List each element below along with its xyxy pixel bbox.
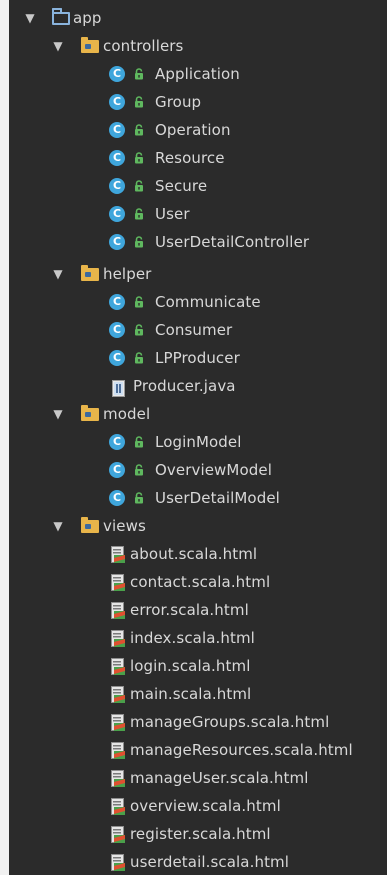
class-name: Resource [155,149,225,167]
package-folder-icon [81,265,99,281]
lock-icon [134,208,144,220]
class-name: Group [155,93,202,111]
expand-arrow-icon[interactable]: ▼ [50,400,66,428]
class-icon: C [109,322,125,338]
class-icon: C [109,434,125,450]
tree-node-label: Producer.java [133,377,236,395]
class-name: User [155,205,190,223]
class-icon: C [109,150,125,166]
file-name: about.scala.html [130,545,258,563]
class-name: Secure [155,177,208,195]
file-name: login.scala.html [130,657,251,675]
html-template-icon [111,629,127,647]
lock-icon [134,492,144,504]
expand-arrow-icon[interactable]: ▼ [22,4,38,32]
html-template-icon [111,573,127,591]
lock-icon [134,236,144,248]
file-name: contact.scala.html [130,573,271,591]
class-icon: C [109,206,125,222]
file-name: overview.scala.html [130,797,281,815]
file-name: manageResources.scala.html [130,741,353,759]
file-name: manageGroups.scala.html [130,713,330,731]
class-name: LoginModel [155,433,242,451]
class-icon: C [109,178,125,194]
class-icon: C [109,490,125,506]
file-name: userdetail.scala.html [130,853,290,871]
class-name: UserDetailController [155,233,310,251]
java-file-icon [112,378,125,397]
class-icon: C [109,66,125,82]
expand-arrow-icon[interactable]: ▼ [50,512,66,540]
html-template-icon [111,741,127,759]
html-template-icon [111,685,127,703]
html-template-icon [111,825,127,843]
html-template-icon [111,545,127,563]
class-icon: C [109,462,125,478]
lock-icon [134,464,144,476]
class-icon: C [109,234,125,250]
html-template-icon [111,713,127,731]
file-name: error.scala.html [130,601,249,619]
expand-arrow-icon[interactable]: ▼ [50,32,66,60]
class-name: Application [155,65,240,83]
file-name: register.scala.html [130,825,271,843]
class-name: Consumer [155,321,233,339]
class-name: Communicate [155,293,261,311]
class-icon: C [109,94,125,110]
lock-icon [134,180,144,192]
class-icon: C [109,294,125,310]
class-name: UserDetailModel [155,489,280,507]
class-name: OverviewModel [155,461,272,479]
project-tree-panel: ▼ app ▼ controllers C Application C Group C O… [0,0,387,875]
html-template-icon [111,853,127,871]
html-template-icon [111,797,127,815]
lock-icon [134,324,144,336]
class-icon: C [109,350,125,366]
lock-icon [134,152,144,164]
tree-node-label: controllers [103,37,184,55]
lock-icon [134,352,144,364]
expand-arrow-icon[interactable]: ▼ [50,260,66,288]
tree-node-label: views [103,517,146,535]
folder-icon [52,8,70,25]
html-template-icon [111,601,127,619]
tree-node-label: model [103,405,151,423]
html-template-icon [111,769,127,787]
lock-icon [134,96,144,108]
file-name: main.scala.html [130,685,252,703]
tree-node-label: app [73,9,102,27]
class-name: LPProducer [155,349,240,367]
lock-icon [134,68,144,80]
package-folder-icon [81,517,99,533]
package-folder-icon [81,405,99,421]
file-name: manageUser.scala.html [130,769,309,787]
lock-icon [134,296,144,308]
lock-icon [134,436,144,448]
tree-node-label: helper [103,265,152,283]
file-name: index.scala.html [130,629,255,647]
class-name: Operation [155,121,231,139]
package-folder-icon [81,37,99,53]
lock-icon [134,124,144,136]
panel-edge [0,0,9,875]
html-template-icon [111,657,127,675]
class-icon: C [109,122,125,138]
